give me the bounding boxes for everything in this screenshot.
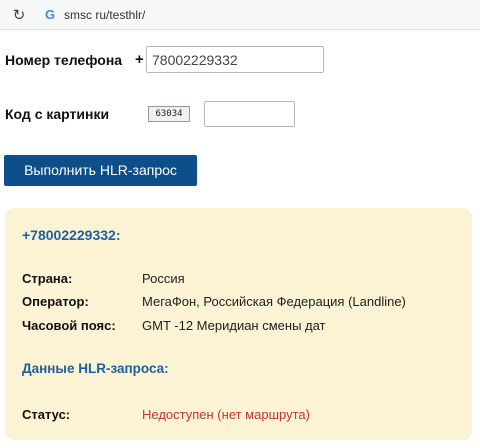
browser-toolbar: ↻ G smsc ru/testhlr/ [0, 0, 480, 30]
timezone-label: Часовой пояс: [22, 318, 116, 333]
status-label: Статус: [22, 407, 71, 422]
hlr-data-heading: Данные HLR-запроса: [22, 361, 169, 376]
phone-input[interactable] [146, 46, 324, 73]
phone-plus-sign: + [135, 51, 144, 68]
reload-icon[interactable]: ↻ [10, 6, 28, 24]
captcha-label: Код с картинки [5, 106, 110, 122]
phone-label: Номер телефона [5, 52, 123, 68]
operator-label: Оператор: [22, 294, 89, 309]
timezone-value: GMT -12 Меридиан смены дат [142, 318, 326, 333]
status-value: Недоступен (нет маршрута) [142, 407, 310, 422]
operator-value: МегаФон, Российская Федерация (Landline) [142, 294, 406, 309]
captcha-image: 63034 [148, 106, 190, 122]
address-bar-url[interactable]: smsc ru/testhlr/ [64, 8, 145, 22]
hlr-submit-button[interactable]: Выполнить HLR-запрос [4, 155, 197, 186]
result-number-heading: +78002229332: [22, 227, 121, 243]
captcha-input[interactable] [204, 101, 295, 127]
country-value: Россия [142, 271, 185, 286]
google-g-icon: G [45, 7, 56, 22]
country-label: Страна: [22, 271, 73, 286]
